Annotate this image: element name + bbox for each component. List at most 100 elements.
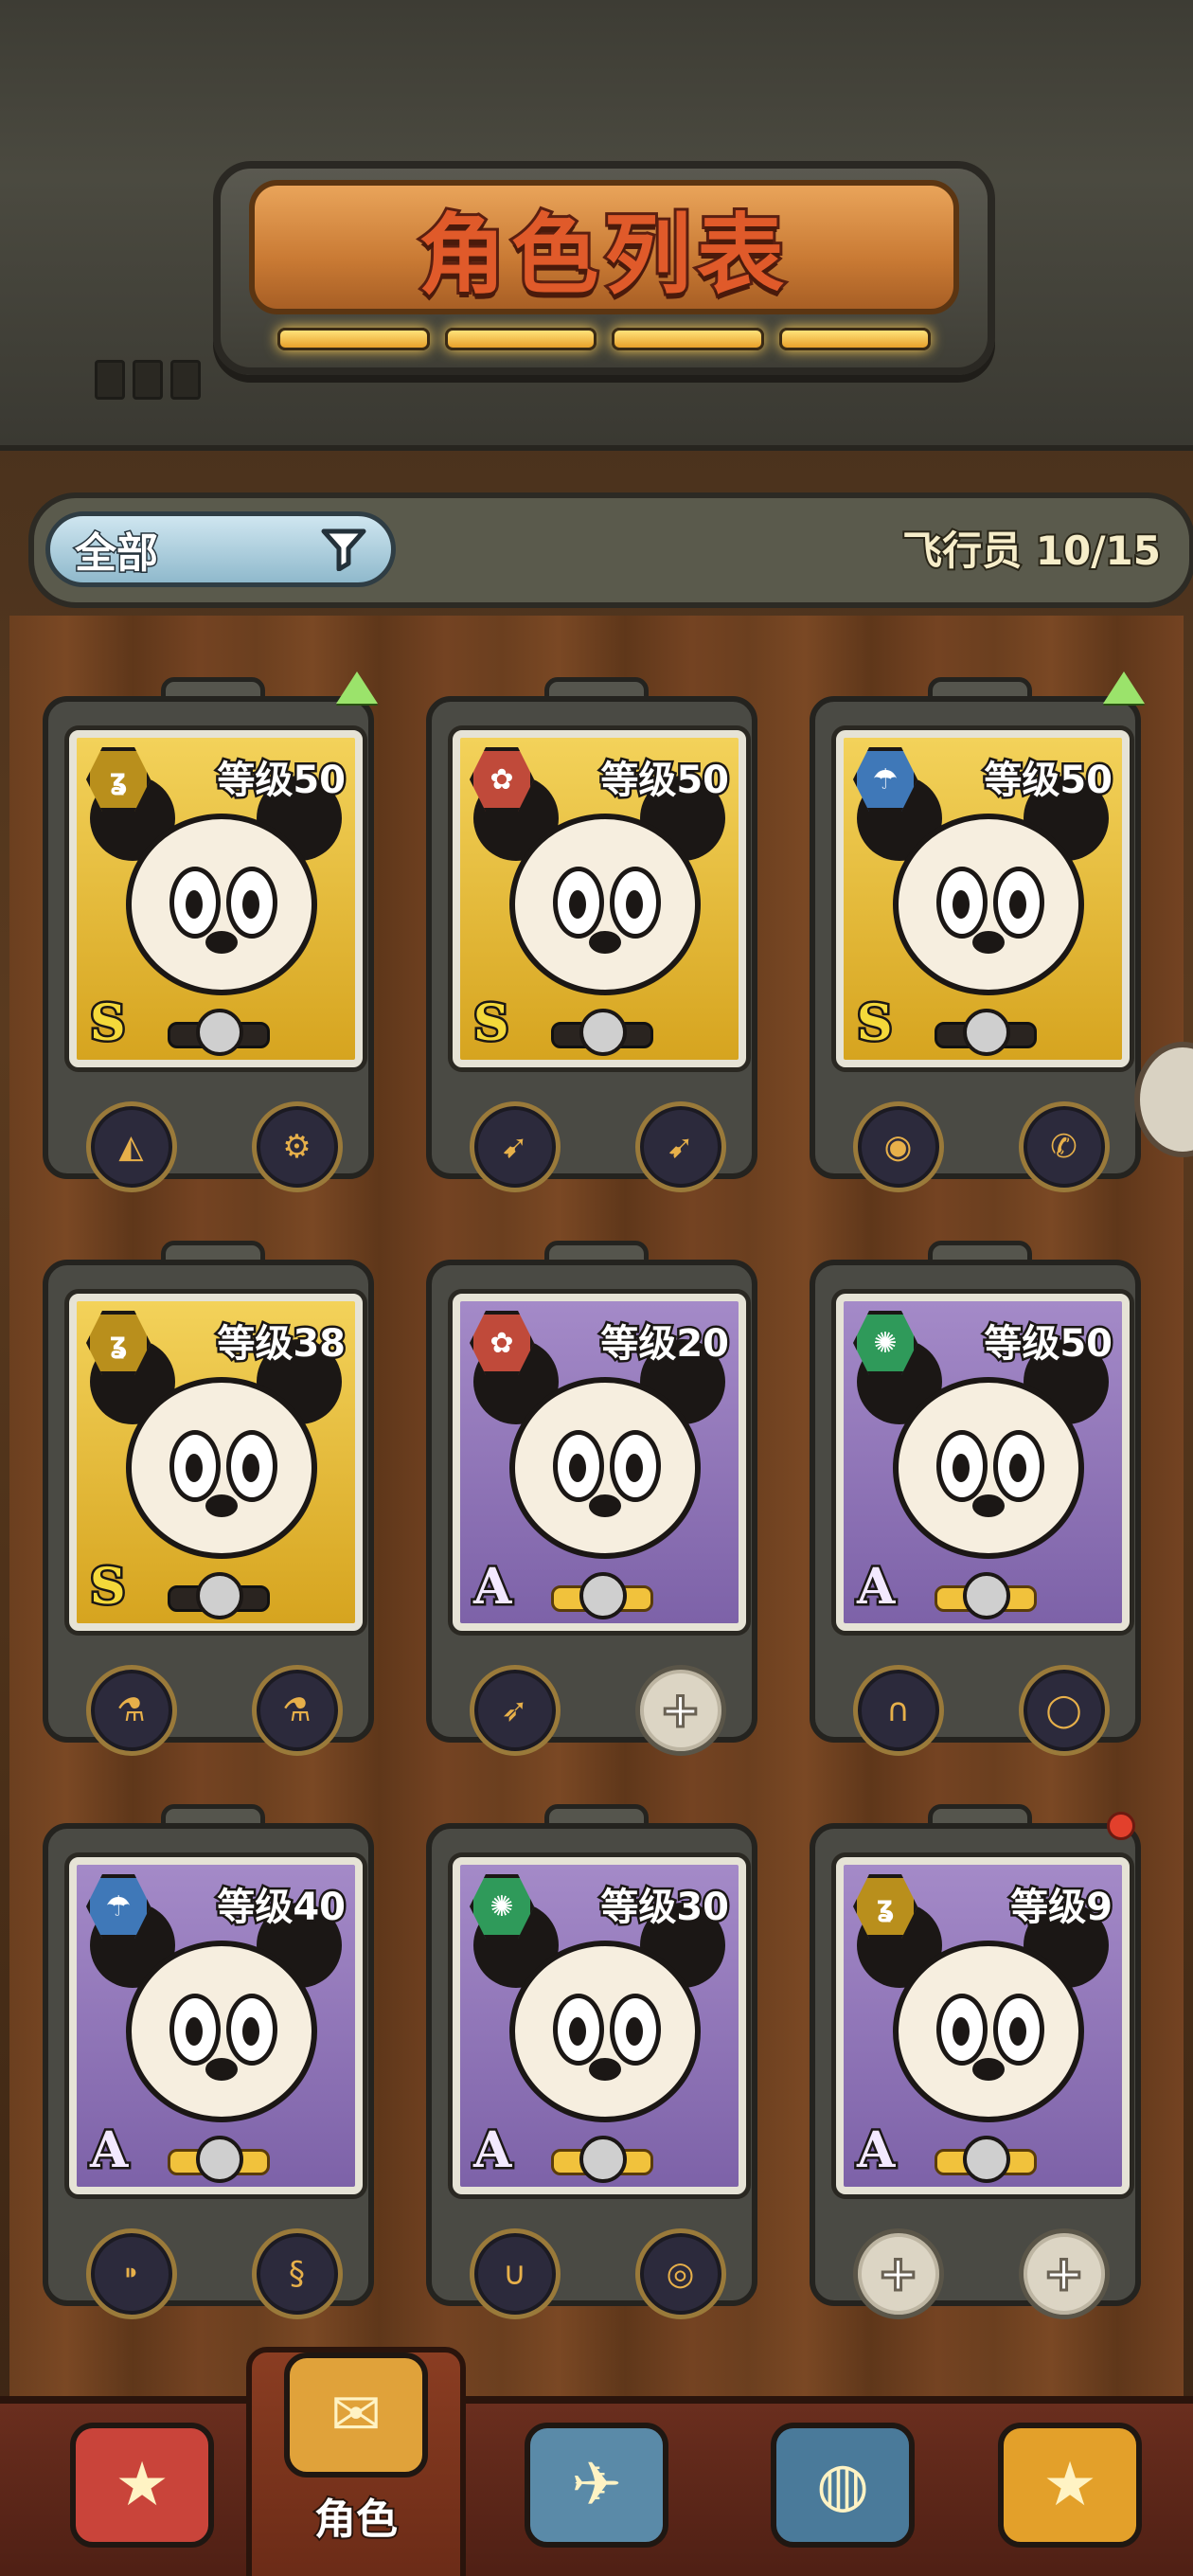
vent-decoration xyxy=(95,360,125,400)
pilot-wings-icon xyxy=(551,1568,653,1619)
character-level: 等级20 xyxy=(598,1320,732,1368)
title-plate: 角色列表 xyxy=(213,161,995,375)
rank-badge: A xyxy=(471,1556,513,1619)
character-portrait[interactable]: ʓ 等级50 S xyxy=(69,730,363,1067)
rank-badge: S xyxy=(88,993,129,1055)
character-portrait[interactable]: ʓ 等级38 S xyxy=(69,1294,363,1631)
character-portrait[interactable]: ✿ 等级50 S xyxy=(453,730,746,1067)
character-nose xyxy=(589,2058,621,2081)
magnet-part-icon[interactable]: ∪ xyxy=(469,2228,561,2319)
pilot-wings-icon xyxy=(168,2132,270,2183)
character-eye xyxy=(993,1994,1044,2066)
character-face xyxy=(893,814,1084,995)
equipment-slots: ⚗ ⚗ xyxy=(48,1663,380,1758)
card-frame: ☂ 等级50 S ◉ ✆ xyxy=(810,696,1141,1192)
character-face xyxy=(893,1377,1084,1559)
character-list-screen: 角色列表 全部 飞行员 10/15 ʓ 等级50 S ◭ ⚙ ✿ 等级50 S … xyxy=(0,0,1193,2576)
rank-badge: S xyxy=(88,1556,129,1619)
title-lights xyxy=(277,328,931,350)
character-face xyxy=(126,1941,317,2122)
card-frame: ✿ 等级20 A ➶ + xyxy=(426,1260,757,1756)
character-level: 等级50 xyxy=(982,757,1115,805)
character-portrait[interactable]: ☂ 等级40 A xyxy=(69,1857,363,2194)
pilot-wings-icon xyxy=(935,2132,1037,2183)
character-nose xyxy=(972,2058,1005,2081)
upgrade-arrow-icon xyxy=(1103,671,1145,704)
filter-dropdown[interactable]: 全部 xyxy=(45,511,396,587)
potion-part-icon[interactable]: ⚗ xyxy=(251,1665,343,1756)
ring-part-icon[interactable]: ◯ xyxy=(1018,1665,1110,1756)
tire-part-icon[interactable]: ◎ xyxy=(634,2228,726,2319)
pilot-counter: 飞行员 10/15 xyxy=(900,519,1163,577)
character-face xyxy=(126,1377,317,1559)
pilot-wings-icon xyxy=(168,1005,270,1056)
character-face xyxy=(509,1941,701,2122)
character-portrait[interactable]: ✿ 等级20 A xyxy=(453,1294,746,1631)
eye-orb-part-icon[interactable]: ◉ xyxy=(852,1101,944,1192)
character-card[interactable]: ✺ 等级50 A ∩ ◯ xyxy=(810,1241,1141,1756)
character-card[interactable]: ✺ 等级30 A ∪ ◎ xyxy=(426,1804,757,2319)
pilot-wings-icon xyxy=(551,2132,653,2183)
character-card[interactable]: ʓ 等级38 S ⚗ ⚗ xyxy=(43,1241,374,1756)
equipment-slots: ⁍ § xyxy=(48,2227,380,2321)
add-part-button[interactable]: + xyxy=(634,1665,726,1756)
character-eye xyxy=(993,1430,1044,1502)
nav-tab-label: 角色 xyxy=(312,2494,400,2546)
horn-part-icon[interactable]: ✆ xyxy=(1018,1101,1110,1192)
potion-part-icon[interactable]: ⚗ xyxy=(85,1665,177,1756)
character-card[interactable]: ✿ 等级20 A ➶ + xyxy=(426,1241,757,1756)
character-level: 等级50 xyxy=(215,757,348,805)
nav-tab[interactable]: ★ xyxy=(966,2423,1174,2574)
rocket-part-icon[interactable]: ➹ xyxy=(634,1101,726,1192)
cannon-part-icon[interactable]: ⁍ xyxy=(85,2228,177,2319)
pipe-decoration xyxy=(1074,0,1193,356)
nav-tab[interactable]: ★ xyxy=(38,2423,246,2574)
character-eye xyxy=(169,1994,221,2066)
nav-tab[interactable]: ✈ xyxy=(492,2423,701,2574)
drill-part-icon[interactable]: ◭ xyxy=(85,1101,177,1192)
card-frame: ☂ 等级40 A ⁍ § xyxy=(43,1823,374,2319)
card-frame: ✺ 等级50 A ∩ ◯ xyxy=(810,1260,1141,1756)
title-sign: 角色列表 xyxy=(249,180,959,314)
character-face xyxy=(509,814,701,995)
character-portrait[interactable]: ☂ 等级50 S xyxy=(836,730,1130,1067)
character-nose xyxy=(205,1494,238,1517)
funnel-icon[interactable] xyxy=(321,528,366,571)
equipment-slots: ∪ ◎ xyxy=(432,2227,763,2321)
character-nose xyxy=(589,931,621,954)
character-portrait[interactable]: ✺ 等级30 A xyxy=(453,1857,746,2194)
character-eye xyxy=(936,1430,988,1502)
horseshoe-part-icon[interactable]: ∩ xyxy=(852,1665,944,1756)
notification-dot xyxy=(1107,1812,1135,1840)
missile-part-icon[interactable]: ➶ xyxy=(469,1665,561,1756)
character-card[interactable]: ʓ 等级9 A + + xyxy=(810,1804,1141,2319)
engine-part-icon[interactable]: ⚙ xyxy=(251,1101,343,1192)
add-part-button[interactable]: + xyxy=(852,2228,944,2319)
character-eye xyxy=(169,867,221,939)
vent-decoration xyxy=(170,360,201,400)
card-frame: ʓ 等级9 A + + xyxy=(810,1823,1141,2319)
character-card[interactable]: ☂ 等级50 S ◉ ✆ xyxy=(810,671,1145,1192)
rocket-part-icon[interactable]: ➹ xyxy=(469,1101,561,1192)
equipment-slots: ➹ ➹ xyxy=(432,1100,763,1194)
character-level: 等级50 xyxy=(982,1320,1115,1368)
spring-part-icon[interactable]: § xyxy=(251,2228,343,2319)
character-nose xyxy=(589,1494,621,1517)
nav-tab[interactable]: ✉ 角色 xyxy=(246,2347,466,2576)
character-card[interactable]: ʓ 等级50 S ◭ ⚙ xyxy=(43,671,378,1192)
character-level: 等级38 xyxy=(215,1320,348,1368)
star-book-icon: ★ xyxy=(998,2423,1142,2548)
add-part-button[interactable]: + xyxy=(1018,2228,1110,2319)
character-card[interactable]: ☂ 等级40 A ⁍ § xyxy=(43,1804,374,2319)
equipment-slots: ➶ + xyxy=(432,1663,763,1758)
rank-badge: A xyxy=(854,2120,897,2182)
character-eye xyxy=(553,1430,604,1502)
character-portrait[interactable]: ✺ 等级50 A xyxy=(836,1294,1130,1631)
equipment-slots: ◭ ⚙ xyxy=(48,1100,380,1194)
nav-tab[interactable]: ◍ xyxy=(739,2423,947,2574)
character-portrait[interactable]: ʓ 等级9 A xyxy=(836,1857,1130,2194)
pilot-label: 飞行员 xyxy=(900,526,1024,576)
pilot-wings-icon xyxy=(935,1005,1037,1056)
character-eye xyxy=(993,867,1044,939)
character-card[interactable]: ✿ 等级50 S ➹ ➹ xyxy=(426,677,757,1192)
